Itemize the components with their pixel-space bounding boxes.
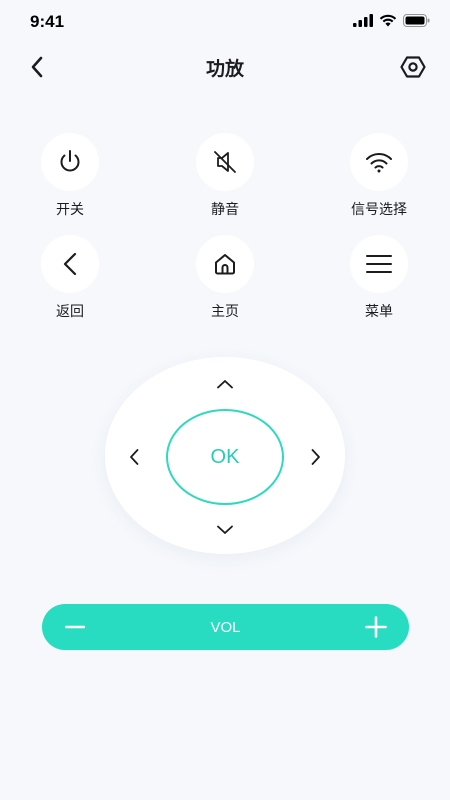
hexagon-settings-icon <box>400 56 426 78</box>
plus-icon <box>365 616 387 638</box>
signal-select-button[interactable]: 信号选择 <box>324 133 434 219</box>
chevron-left-icon <box>130 449 139 465</box>
power-button-circle[interactable] <box>41 133 99 191</box>
menu-icon <box>366 255 392 273</box>
direction-pad: OK <box>105 357 345 554</box>
power-button[interactable]: 开关 <box>15 133 125 219</box>
chevron-right-icon <box>311 449 320 465</box>
dpad-down-button[interactable] <box>210 515 240 545</box>
return-button[interactable]: 返回 <box>15 235 125 321</box>
mute-button-label: 静音 <box>211 202 239 218</box>
wifi-icon <box>366 153 392 173</box>
menu-button-circle[interactable] <box>350 235 408 293</box>
page-title: 功放 <box>205 58 244 80</box>
return-button-circle[interactable] <box>41 235 99 293</box>
menu-button-label: 菜单 <box>365 304 393 320</box>
status-icons <box>353 14 430 27</box>
status-bar: 9:41 <box>0 0 450 44</box>
battery-icon <box>403 14 430 27</box>
dpad-left-button[interactable] <box>119 442 149 472</box>
volume-up-button[interactable] <box>361 612 391 642</box>
chevron-up-icon <box>217 380 233 389</box>
dpad-up-button[interactable] <box>210 369 240 399</box>
menu-button[interactable]: 菜单 <box>324 235 434 321</box>
signal-select-button-label: 信号选择 <box>351 202 407 218</box>
mute-button-circle[interactable] <box>196 133 254 191</box>
home-icon <box>215 254 235 275</box>
signal-select-button-circle[interactable] <box>350 133 408 191</box>
wifi-icon <box>379 14 397 27</box>
status-time: 9:41 <box>30 12 65 31</box>
button-row: 开关 静音 信号选择 <box>0 133 450 235</box>
chevron-left-icon <box>63 252 77 276</box>
home-button-label: 主页 <box>211 304 239 320</box>
ok-button-label: OK <box>210 445 240 468</box>
power-icon <box>60 150 80 172</box>
nav-bar: 功放 <box>0 44 450 88</box>
button-row: 返回 主页 菜单 <box>0 235 450 337</box>
return-button-label: 返回 <box>56 304 84 320</box>
volume-control: VOL <box>42 604 409 650</box>
power-button-label: 开关 <box>56 202 84 218</box>
signal-icon <box>353 14 373 27</box>
dpad-right-button[interactable] <box>301 442 331 472</box>
settings-button[interactable] <box>398 52 428 82</box>
mute-icon <box>214 151 236 173</box>
volume-label: VOL <box>210 619 241 636</box>
home-button[interactable]: 主页 <box>170 235 280 321</box>
ok-button[interactable]: OK <box>166 409 284 505</box>
mute-button[interactable]: 静音 <box>170 133 280 219</box>
home-button-circle[interactable] <box>196 235 254 293</box>
function-button-grid: 开关 静音 信号选择 返回 主页 菜单 <box>0 133 450 337</box>
chevron-down-icon <box>217 525 233 534</box>
